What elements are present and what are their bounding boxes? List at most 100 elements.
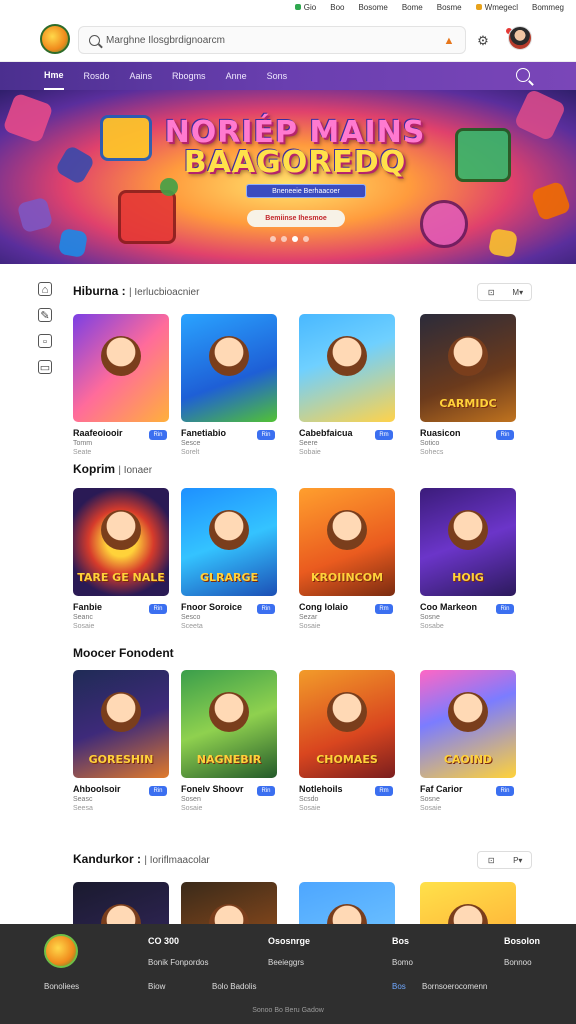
game-card[interactable]: Raafeoiooir Rin Tomm Seate [73,314,169,456]
game-meta-secondary: Sosaie [181,805,203,812]
carousel-dot[interactable] [281,236,287,242]
user-avatar[interactable] [508,26,532,50]
notification-icon[interactable]: ⚙ [474,32,492,50]
nav-tab[interactable]: Rosdo [84,63,110,89]
nav-search-icon[interactable] [516,68,530,82]
character-art [101,510,141,550]
play-badge[interactable]: Rin [257,786,275,796]
section-filter-control[interactable]: ⊡ P▾ [477,851,532,869]
footer-link[interactable]: Bonnoo [504,958,540,967]
play-badge[interactable]: Rin [257,430,275,440]
game-logo-text: HOIG [452,571,484,584]
footer-link[interactable]: Biow [148,982,165,991]
top-link[interactable]: Gio [294,3,316,12]
game-card[interactable]: Cabebfaicua Rm Seere Sobaie [299,314,395,456]
search-input[interactable]: Marghne Ilosgbrdignoarcm [106,35,225,46]
top-link[interactable]: Bosme [437,3,462,12]
footer-link[interactable]: Bomo [392,958,413,967]
game-card[interactable]: CARMIDC Ruasicon Rin Sotico Sohecs [420,314,516,456]
game-thumbnail[interactable]: TARE GE NALE [73,488,169,596]
main-nav: Hme Rosdo Aains Rbogms Anne Sons [0,62,576,90]
sort-dropdown[interactable]: P▾ [505,856,532,865]
home-icon[interactable]: ⌂ [38,282,52,296]
game-card[interactable]: TARE GE NALE Fanbie Rin Seanc Sosaie [73,488,169,630]
game-thumbnail[interactable]: GORESHIN [73,670,169,778]
game-logo-text: NAGNEBIR [196,753,262,766]
game-card[interactable]: CHOMAES Notlehoils Rm Scsdo Sosaie [299,670,395,812]
game-meta: Sotico [420,440,440,447]
game-logo-text: CAOIND [443,753,493,766]
footer-link[interactable]: Bolo Badolis [212,982,256,991]
footer-link[interactable]: Bornsoerocomenn [422,982,487,991]
game-thumbnail[interactable]: GLRARGE [181,488,277,596]
site-logo[interactable] [40,24,70,54]
game-card[interactable]: CAOIND Faf Carior Rin Sosne Sosaie [420,670,516,812]
play-badge[interactable]: Rin [149,604,167,614]
play-badge[interactable]: Rin [149,786,167,796]
nav-tab-home[interactable]: Hme [44,62,64,90]
nav-tab[interactable]: Anne [226,63,247,89]
game-meta-secondary: Sosaie [299,805,321,812]
game-thumbnail[interactable] [299,314,395,422]
nav-tab[interactable]: Rbogms [172,63,206,89]
hero-cta-button[interactable]: Bemiinse Ihesmoe [247,210,345,227]
carousel-dot[interactable] [303,236,309,242]
game-logo-text: CARMIDC [439,397,497,410]
bookmark-icon[interactable]: ▫ [38,334,52,348]
edit-icon[interactable]: ✎ [38,308,52,322]
footer-link[interactable]: Beeieggrs [268,958,310,967]
game-thumbnail[interactable]: NAGNEBIR [181,670,277,778]
character-art [209,510,249,550]
footer-link[interactable]: Bos [392,982,406,991]
carousel-dot-active[interactable] [292,236,298,242]
game-card[interactable]: KROIINCOM Cong Iolaio Rm Sezar Sosaie [299,488,395,630]
game-meta-secondary: Sohecs [420,449,444,456]
game-thumbnail[interactable]: CAOIND [420,670,516,778]
grid-view-icon[interactable]: ⊡ [478,856,505,865]
top-link[interactable]: Bommeg [532,3,564,12]
top-link[interactable]: Boo [330,3,344,12]
footer-logo[interactable] [44,934,78,968]
grid-view-icon[interactable]: ⊡ [478,288,505,297]
game-thumbnail[interactable]: KROIINCOM [299,488,395,596]
hero-banner[interactable]: NORIÉP MAINS BAAGOREDQ Bneneeie Berhaaco… [0,90,576,264]
game-card[interactable]: Fanetiabio Rin Sesce Sorelt [181,314,277,456]
search-submit-icon[interactable]: ▲ [441,33,457,49]
game-thumbnail[interactable]: HOIG [420,488,516,596]
nav-tab[interactable]: Sons [267,63,288,89]
game-card[interactable]: HOIG Coo Markeon Rin Sosne Sosabe [420,488,516,630]
play-badge[interactable]: Rm [375,786,393,796]
carousel-dot[interactable] [270,236,276,242]
footer-link[interactable]: Bonik Fonpordos [148,958,208,967]
nav-tab[interactable]: Aains [130,63,153,89]
character-art [448,692,488,732]
top-link[interactable]: Wmegecl [475,3,518,12]
footer-copyright: Sonoo Bo Beru Gadow [252,1007,324,1014]
game-meta-secondary: Sosaie [73,623,95,630]
section-subtitle: | Ionaer [118,465,153,476]
game-thumbnail[interactable]: CARMIDC [420,314,516,422]
play-badge[interactable]: Rin [257,604,275,614]
sort-dropdown[interactable]: M▾ [505,288,532,297]
top-link[interactable]: Bosome [358,3,387,12]
game-thumbnail[interactable] [181,314,277,422]
game-card[interactable]: GORESHIN Ahboolsoir Rin Seasc Seesa [73,670,169,812]
character-art [209,692,249,732]
game-thumbnail[interactable] [73,314,169,422]
play-badge[interactable]: Rm [375,430,393,440]
play-badge[interactable]: Rin [496,786,514,796]
game-card[interactable]: NAGNEBIR Fonelv Shoovr Rin Sosen Sosaie [181,670,277,812]
game-card[interactable]: GLRARGE Fnoor Soroice Rin Sesco Sceeta [181,488,277,630]
game-thumbnail[interactable]: CHOMAES [299,670,395,778]
section-filter-control[interactable]: ⊡ M▾ [477,283,532,301]
chat-icon[interactable]: ▭ [38,360,52,374]
footer-link[interactable]: Bonoliees [44,982,79,991]
game-logo-text: GLRARGE [199,571,259,584]
search-bar[interactable]: Marghne Ilosgbrdignoarcm ▲ [78,26,466,54]
play-badge[interactable]: Rin [496,604,514,614]
play-badge[interactable]: Rin [149,430,167,440]
play-badge[interactable]: Rm [375,604,393,614]
section-heading: Moocer Fonodent [73,646,174,660]
top-link[interactable]: Bome [402,3,423,12]
play-badge[interactable]: Rin [496,430,514,440]
